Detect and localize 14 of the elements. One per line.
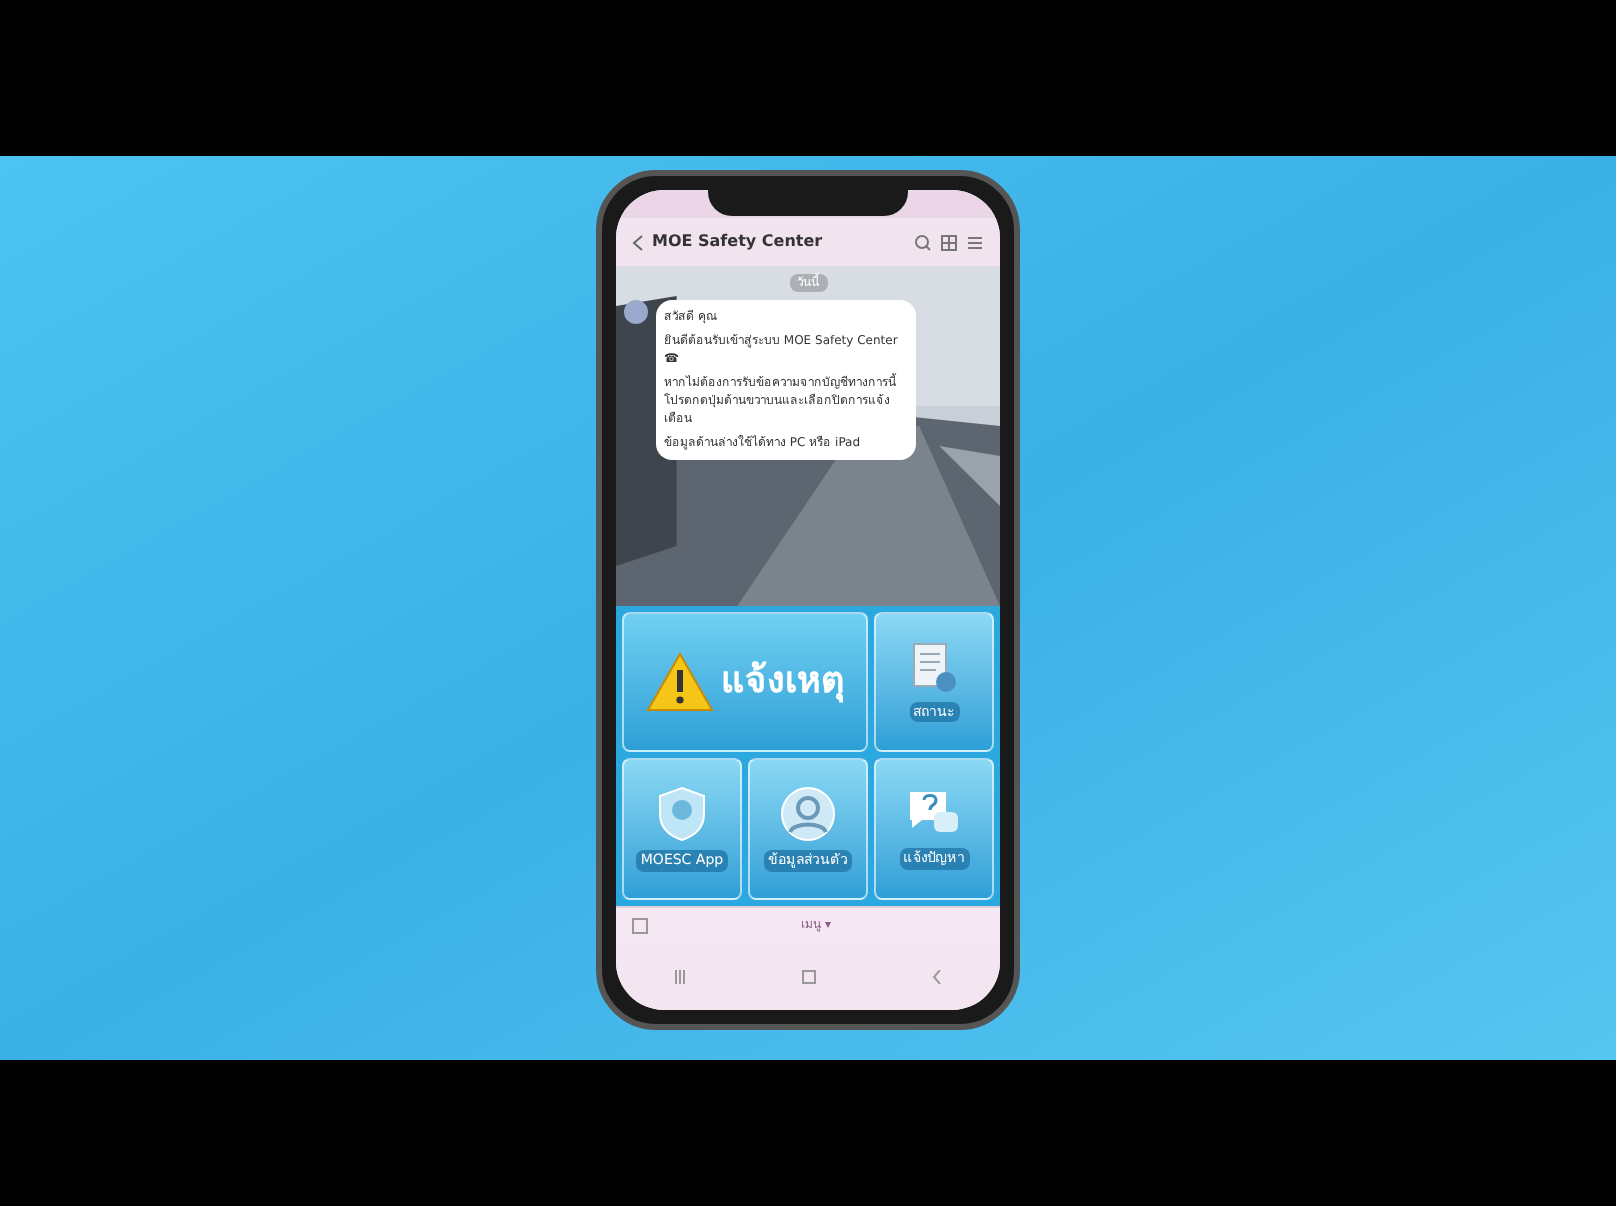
back-icon[interactable]	[932, 969, 942, 983]
home-icon[interactable]	[802, 969, 816, 983]
recent-apps-icon[interactable]	[674, 969, 686, 983]
keyboard-icon[interactable]	[632, 917, 648, 933]
menu-icon[interactable]	[966, 233, 984, 251]
report-tile[interactable]: แจ้งเหตุ	[622, 612, 868, 751]
search-icon[interactable]	[914, 233, 932, 251]
chat-title: MOE Safety Center	[652, 230, 825, 254]
grid-icon[interactable]	[940, 233, 958, 251]
warning-icon	[645, 651, 713, 712]
back-icon[interactable]	[632, 233, 644, 251]
document-icon	[912, 641, 956, 693]
shield-icon	[658, 786, 706, 842]
person-icon	[780, 786, 836, 842]
